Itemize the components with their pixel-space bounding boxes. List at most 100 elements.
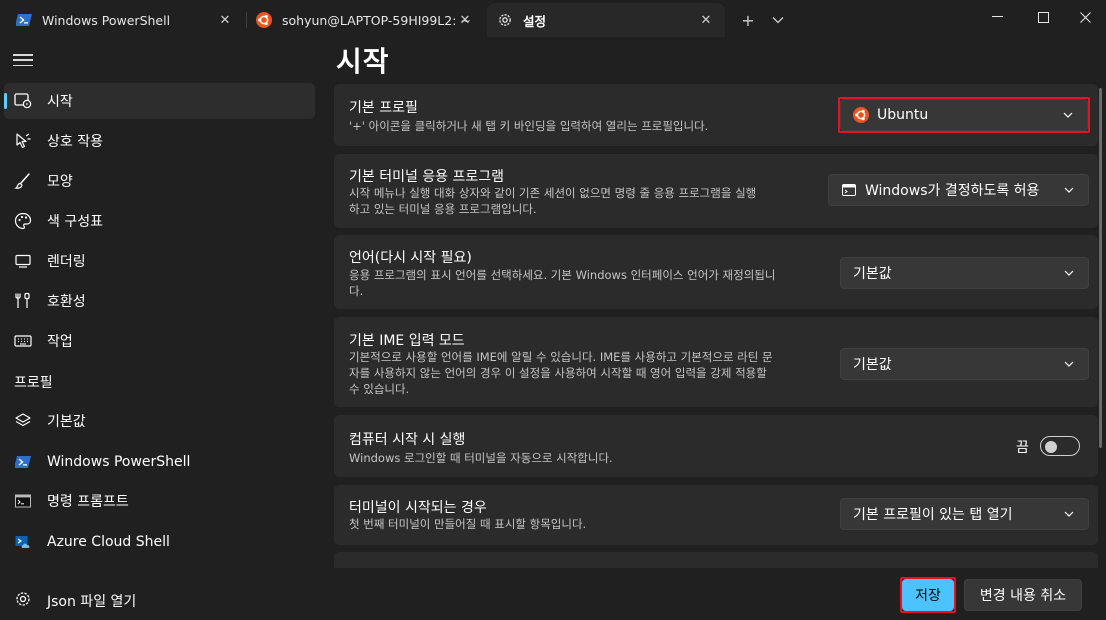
- sidebar-item-azure-cloud-shell[interactable]: Azure Cloud Shell: [4, 524, 315, 560]
- setting-card-language: 언어(다시 시작 필요) 응용 프로그램의 표시 언어를 선택하세요. 기본 W…: [334, 235, 1098, 309]
- setting-desc: Windows 로그인할 때 터미널을 자동으로 시작합니다.: [349, 451, 613, 465]
- startup-icon: [14, 92, 32, 110]
- setting-card-ime-mode: 기본 IME 입력 모드 기본적으로 사용할 언어를 IME에 알릴 수 있습니…: [334, 317, 1098, 407]
- tab-divider: [246, 12, 247, 28]
- setting-title: 터미널이 시작되는 경우: [349, 500, 487, 516]
- sidebar-item-label: 상호 작용: [47, 134, 103, 150]
- sidebar-item-label: 명령 프롬프트: [47, 494, 129, 510]
- sidebar-item-command-prompt[interactable]: 명령 프롬프트: [4, 483, 315, 519]
- default-terminal-dropdown[interactable]: Windows가 결정하도록 허용: [828, 174, 1089, 206]
- launch-on-startup-toggle[interactable]: [1040, 436, 1080, 456]
- setting-desc: 하고 있는 터미널 응용 프로그램입니다.: [349, 202, 537, 216]
- sidebar-item-label: 시작: [47, 94, 73, 110]
- setting-desc: 다.: [349, 284, 364, 298]
- setting-title: 언어(다시 시작 필요): [349, 250, 472, 266]
- setting-desc: 시작 메뉴나 실행 대화 상자와 같이 기존 세션이 없으면 명령 줄 응용 프…: [349, 186, 757, 200]
- minimize-icon: [991, 16, 1003, 17]
- dropdown-value: 기본 프로필이 있는 탭 열기: [853, 507, 1013, 523]
- sidebar-item-rendering[interactable]: 렌더링: [4, 243, 315, 279]
- gear-icon: [14, 590, 32, 608]
- sidebar-item-appearance[interactable]: 모양: [4, 163, 315, 199]
- maximize-button[interactable]: [1020, 0, 1066, 34]
- sidebar-item-label: 모양: [47, 174, 73, 190]
- powershell-icon: [14, 453, 32, 471]
- close-icon[interactable]: ✕: [456, 11, 474, 29]
- palette-icon: [14, 212, 32, 230]
- setting-card-partial: [334, 552, 1098, 568]
- chevron-down-icon: [1062, 266, 1076, 280]
- sidebar-item-label: 기본값: [47, 414, 86, 430]
- launch-mode-dropdown[interactable]: 기본 프로필이 있는 탭 열기: [840, 498, 1089, 530]
- chevron-down-icon: [1062, 507, 1076, 521]
- sidebar-item-label: 호환성: [47, 294, 86, 310]
- ubuntu-icon: [853, 107, 869, 123]
- sidebar-item-label: 색 구성표: [47, 214, 103, 230]
- close-icon[interactable]: ✕: [697, 11, 715, 29]
- setting-title: 컴퓨터 시작 시 실행: [349, 432, 466, 448]
- tab-title: 설정: [523, 13, 547, 29]
- dropdown-value: Ubuntu: [877, 107, 929, 123]
- setting-card-default-profile: 기본 프로필 '+' 아이콘을 클릭하거나 새 탭 키 바인딩을 입력하여 열리…: [334, 84, 1098, 146]
- setting-title: 기본 프로필: [349, 100, 418, 116]
- sidebar-item-compatibility[interactable]: 호환성: [4, 283, 315, 319]
- tab-title: Windows PowerShell: [42, 12, 171, 28]
- sidebar-item-startup[interactable]: 시작: [4, 83, 315, 119]
- sidebar: 시작 상호 작용 모양 색 구성표 렌더링 호환성 작업 프로필 기본값 Win…: [0, 40, 322, 620]
- setting-card-default-terminal: 기본 터미널 응용 프로그램 시작 메뉴나 실행 대화 상자와 같이 기존 세션…: [334, 154, 1098, 228]
- sidebar-item-label: 작업: [47, 334, 73, 350]
- setting-desc: 기본적으로 사용할 언어를 IME에 알릴 수 있습니다. IME를 사용하고 …: [349, 350, 773, 364]
- setting-desc: 자를 사용하지 않는 언어의 경우 이 설정을 사용하여 시작할 때 영어 입력…: [349, 366, 767, 380]
- close-icon[interactable]: ✕: [216, 11, 234, 29]
- keyboard-icon: [14, 332, 32, 350]
- window-close-button[interactable]: [1062, 0, 1106, 34]
- sidebar-item-defaults[interactable]: 기본값: [4, 403, 315, 439]
- minimize-button[interactable]: [974, 0, 1020, 34]
- chevron-down-icon: [1061, 108, 1075, 122]
- toggle-state-label: 끔: [1016, 440, 1029, 456]
- ime-mode-dropdown[interactable]: 기본값: [840, 348, 1089, 380]
- default-profile-dropdown[interactable]: Ubuntu: [840, 99, 1088, 131]
- sidebar-item-interaction[interactable]: 상호 작용: [4, 123, 315, 159]
- scrollbar[interactable]: [1099, 88, 1102, 448]
- cmd-icon: [14, 492, 32, 510]
- brush-icon: [14, 172, 32, 190]
- monitor-icon: [14, 252, 32, 270]
- ubuntu-icon: [256, 12, 272, 28]
- sidebar-item-color-schemes[interactable]: 색 구성표: [4, 203, 315, 239]
- setting-desc: 첫 번째 터미널이 만들어질 때 표시할 항목입니다.: [349, 517, 587, 531]
- sidebar-item-label: Windows PowerShell: [47, 454, 191, 470]
- dropdown-value: 기본값: [853, 357, 892, 373]
- tab-bar: Windows PowerShell ✕ sohyun@LAPTOP-59HI9…: [0, 0, 1106, 40]
- dropdown-value: Windows가 결정하도록 허용: [865, 183, 1040, 199]
- close-icon: [1079, 11, 1091, 23]
- tab-title: sohyun@LAPTOP-59HI99L2: ~: [282, 12, 471, 28]
- powershell-icon: [16, 12, 32, 28]
- new-tab-button[interactable]: +: [736, 8, 760, 32]
- sidebar-item-label: Azure Cloud Shell: [47, 534, 170, 550]
- tools-icon: [14, 292, 32, 310]
- discard-changes-button[interactable]: 변경 내용 취소: [964, 579, 1082, 611]
- dropdown-value: 기본값: [853, 266, 892, 282]
- layers-icon: [14, 412, 32, 430]
- sidebar-item-label: 렌더링: [47, 254, 86, 270]
- setting-desc: 수 있습니다.: [349, 382, 410, 396]
- tab-ubuntu[interactable]: sohyun@LAPTOP-59HI99L2: ~ ✕: [248, 3, 484, 37]
- settings-main: 시작 기본 프로필 '+' 아이콘을 클릭하거나 새 탭 키 바인딩을 입력하여…: [322, 40, 1106, 620]
- tab-windows-powershell[interactable]: Windows PowerShell ✕: [0, 3, 244, 37]
- pointer-icon: [14, 132, 32, 150]
- language-dropdown[interactable]: 기본값: [840, 257, 1089, 289]
- sidebar-item-windows-powershell[interactable]: Windows PowerShell: [4, 444, 315, 480]
- chevron-down-icon: [772, 17, 784, 24]
- page-title: 시작: [336, 45, 390, 78]
- tab-dropdown-button[interactable]: [766, 8, 790, 32]
- setting-title: 기본 IME 입력 모드: [349, 333, 465, 349]
- chevron-down-icon: [1062, 357, 1076, 371]
- setting-card-launch-on-startup: 컴퓨터 시작 시 실행 Windows 로그인할 때 터미널을 자동으로 시작합…: [334, 415, 1098, 477]
- save-button[interactable]: 저장: [902, 579, 954, 611]
- profiles-section-header: 프로필: [14, 375, 53, 391]
- open-json-file-button[interactable]: Json 파일 열기: [0, 580, 322, 620]
- tab-settings[interactable]: 설정 ✕: [487, 3, 725, 37]
- hamburger-menu-icon[interactable]: [13, 52, 33, 68]
- open-json-label: Json 파일 열기: [47, 594, 137, 610]
- sidebar-item-actions[interactable]: 작업: [4, 323, 315, 359]
